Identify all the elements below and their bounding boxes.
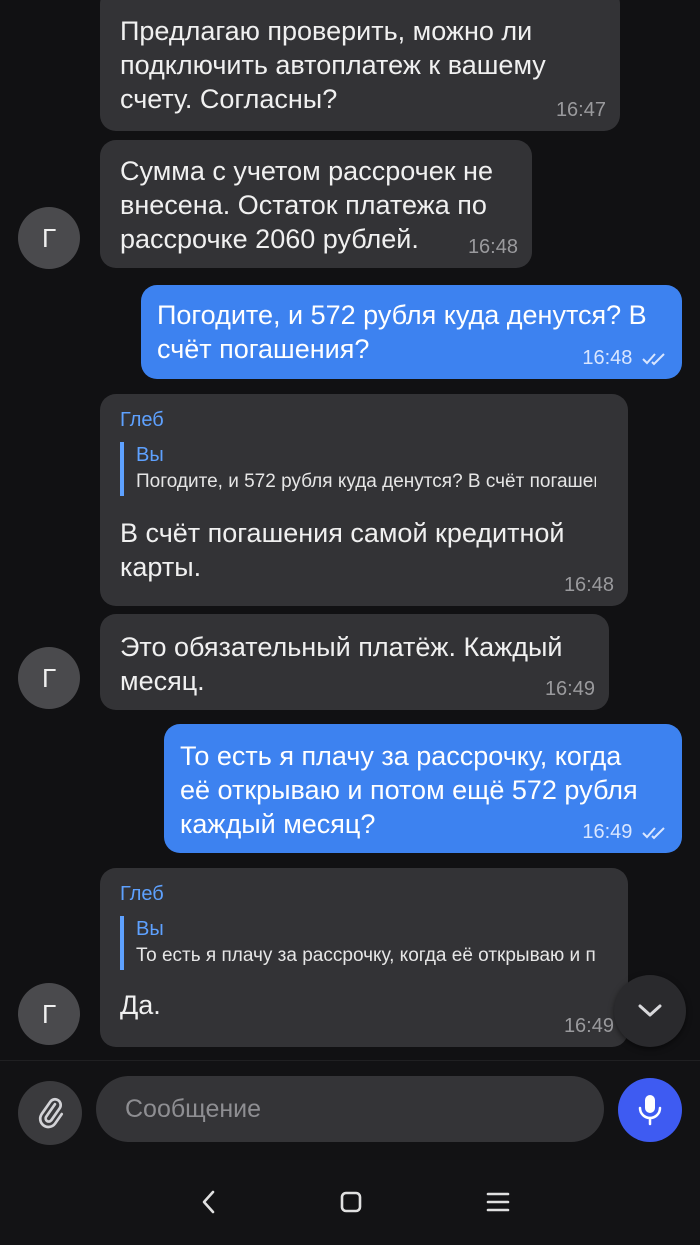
message-incoming[interactable]: Предлагаю проверить, можно ли подключить… bbox=[100, 0, 620, 131]
avatar[interactable]: Г bbox=[18, 207, 80, 269]
quote-author: Вы bbox=[136, 918, 164, 940]
chat-area[interactable]: Предлагаю проверить, можно ли подключить… bbox=[0, 0, 700, 1060]
message-text: Это обязательный платёж. Каждый месяц. bbox=[120, 632, 563, 696]
recents-icon bbox=[486, 1192, 510, 1212]
home-icon bbox=[340, 1191, 362, 1213]
message-input[interactable] bbox=[96, 1076, 604, 1142]
quote-text: Погодите, и 572 рубля куда денутся? В сч… bbox=[136, 471, 596, 492]
recents-button[interactable] bbox=[476, 1180, 520, 1224]
message-time: 16:48 bbox=[582, 347, 668, 369]
microphone-icon bbox=[638, 1095, 662, 1126]
message-time: 16:48 bbox=[467, 236, 518, 258]
message-text: Да. bbox=[120, 990, 161, 1020]
double-check-icon bbox=[642, 353, 665, 366]
microphone-button[interactable] bbox=[618, 1078, 682, 1142]
sender-name: Глеб bbox=[120, 883, 164, 905]
message-incoming[interactable]: Это обязательный платёж. Каждый месяц. 1… bbox=[100, 614, 609, 710]
message-time: 16:47 bbox=[555, 99, 606, 121]
message-text: В счёт погашения самой кредитной карты. bbox=[120, 518, 565, 582]
message-composer bbox=[0, 1060, 700, 1160]
message-text: Предлагаю проверить, можно ли подключить… bbox=[120, 16, 546, 114]
message-time: 16:49 bbox=[582, 821, 668, 843]
reply-quote[interactable]: Вы То есть я плачу за рассрочку, когда е… bbox=[120, 916, 596, 970]
message-time-value: 16:49 bbox=[582, 821, 633, 843]
home-button[interactable] bbox=[329, 1180, 373, 1224]
double-check-icon bbox=[642, 827, 665, 840]
message-incoming[interactable]: Сумма с учетом рассрочек не внесена. Ост… bbox=[100, 140, 532, 268]
scroll-to-bottom-button[interactable] bbox=[614, 975, 686, 1047]
system-navigation-bar bbox=[0, 1160, 700, 1245]
chevron-down-icon bbox=[638, 1004, 662, 1017]
message-time: 16:49 bbox=[544, 678, 595, 700]
avatar[interactable]: Г bbox=[18, 647, 80, 709]
attach-button[interactable] bbox=[18, 1081, 82, 1145]
back-button[interactable] bbox=[187, 1180, 231, 1224]
message-incoming-reply[interactable]: Глеб Вы Погодите, и 572 рубля куда денут… bbox=[100, 394, 628, 606]
sender-name: Глеб bbox=[120, 409, 164, 431]
reply-quote[interactable]: Вы Погодите, и 572 рубля куда денутся? В… bbox=[120, 442, 596, 496]
paperclip-icon bbox=[38, 1097, 64, 1129]
quote-author: Вы bbox=[136, 444, 164, 466]
message-time: 16:49 bbox=[563, 1015, 614, 1037]
message-time: 16:48 bbox=[563, 574, 614, 596]
avatar[interactable]: Г bbox=[18, 983, 80, 1045]
message-incoming-reply[interactable]: Глеб Вы То есть я плачу за рассрочку, ко… bbox=[100, 868, 628, 1047]
message-outgoing[interactable]: Погодите, и 572 рубля куда денутся? В сч… bbox=[141, 285, 682, 379]
message-outgoing[interactable]: То есть я плачу за рассрочку, когда её о… bbox=[164, 724, 682, 853]
back-icon bbox=[202, 1190, 215, 1214]
message-time-value: 16:48 bbox=[582, 347, 633, 369]
quote-text: То есть я плачу за рассрочку, когда её о… bbox=[136, 945, 596, 966]
